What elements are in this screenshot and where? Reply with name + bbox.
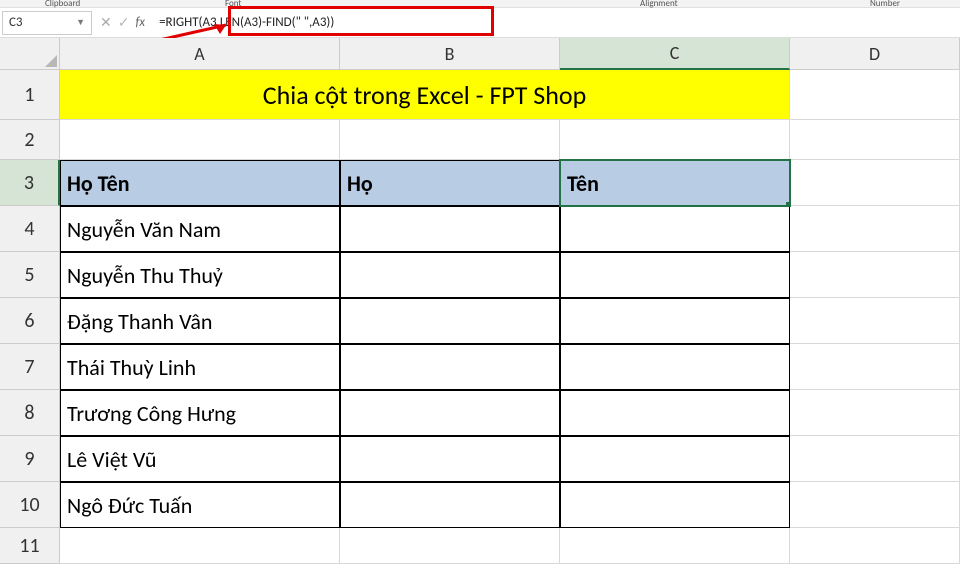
ribbon-strip: Clipboard Font Alignment Number — [0, 0, 960, 8]
row-header-5[interactable]: 5 — [0, 252, 60, 298]
cell-B7[interactable] — [340, 344, 560, 390]
formula-input[interactable]: =RIGHT(A3,LEN(A3)-FIND(" ",A3)) — [153, 11, 433, 35]
name-box-value: C3 — [9, 15, 23, 30]
cell-B6[interactable] — [340, 298, 560, 344]
cell-D9[interactable] — [790, 436, 960, 482]
cell-B2[interactable] — [340, 120, 560, 160]
cell-B5[interactable] — [340, 252, 560, 298]
cell-D11[interactable] — [790, 528, 960, 564]
title-cell[interactable]: Chia cột trong Excel - FPT Shop — [60, 70, 790, 120]
row-header-2[interactable]: 2 — [0, 120, 60, 160]
cell-B4[interactable] — [340, 206, 560, 252]
row-header-4[interactable]: 4 — [0, 206, 60, 252]
cell-C10[interactable] — [560, 482, 790, 528]
ribbon-group-clipboard: Clipboard — [45, 0, 80, 9]
formula-text: =RIGHT(A3,LEN(A3)-FIND(" ",A3)) — [159, 15, 334, 30]
ribbon-group-alignment: Alignment — [640, 0, 678, 9]
cell-D6[interactable] — [790, 298, 960, 344]
cell-C9[interactable] — [560, 436, 790, 482]
fx-icon[interactable]: fx — [135, 15, 145, 30]
enter-icon[interactable]: ✓ — [118, 14, 130, 31]
header-cell-B[interactable]: Họ — [340, 160, 560, 206]
name-box[interactable]: C3 ▼ — [2, 11, 92, 35]
row-header-1[interactable]: 1 — [0, 70, 60, 120]
cells-area: Chia cột trong Excel - FPT ShopHọ TênHọT… — [60, 70, 960, 564]
cell-C8[interactable] — [560, 390, 790, 436]
row-header-11[interactable]: 11 — [0, 528, 60, 564]
cell-D2[interactable] — [790, 120, 960, 160]
cell-A11[interactable] — [60, 528, 340, 564]
column-header-B[interactable]: B — [340, 38, 560, 70]
name-box-dropdown-icon[interactable]: ▼ — [76, 17, 85, 28]
cell-C6[interactable] — [560, 298, 790, 344]
cell-A9[interactable]: Lê Việt Vũ — [60, 436, 340, 482]
cell-A6[interactable]: Đặng Thanh Vân — [60, 298, 340, 344]
cell-D10[interactable] — [790, 482, 960, 528]
row-headers: 1234567891011 — [0, 70, 60, 564]
cancel-icon[interactable]: ✕ — [100, 14, 112, 31]
cell-C4[interactable] — [560, 206, 790, 252]
cell-A8[interactable]: Trương Công Hưng — [60, 390, 340, 436]
cell-D4[interactable] — [790, 206, 960, 252]
formula-bar: C3 ▼ ✕ ✓ fx =RIGHT(A3,LEN(A3)-FIND(" ",A… — [0, 8, 960, 38]
ribbon-group-font: Font — [225, 0, 241, 9]
cell-A4[interactable]: Nguyễn Văn Nam — [60, 206, 340, 252]
cell-D5[interactable] — [790, 252, 960, 298]
column-headers: ABCD — [60, 38, 960, 70]
cell-A2[interactable] — [60, 120, 340, 160]
column-header-A[interactable]: A — [60, 38, 340, 70]
cell-C2[interactable] — [560, 120, 790, 160]
cell-D3[interactable] — [790, 160, 960, 206]
row-header-8[interactable]: 8 — [0, 390, 60, 436]
cell-D1[interactable] — [790, 70, 960, 120]
cell-D7[interactable] — [790, 344, 960, 390]
cell-C11[interactable] — [560, 528, 790, 564]
row-header-10[interactable]: 10 — [0, 482, 60, 528]
cell-B8[interactable] — [340, 390, 560, 436]
row-header-9[interactable]: 9 — [0, 436, 60, 482]
select-all-corner[interactable] — [0, 38, 60, 70]
cell-B9[interactable] — [340, 436, 560, 482]
row-header-7[interactable]: 7 — [0, 344, 60, 390]
ribbon-group-number: Number — [870, 0, 900, 9]
cell-D8[interactable] — [790, 390, 960, 436]
row-header-3[interactable]: 3 — [0, 160, 60, 206]
cell-A7[interactable]: Thái Thuỳ Linh — [60, 344, 340, 390]
cell-B11[interactable] — [340, 528, 560, 564]
cell-B10[interactable] — [340, 482, 560, 528]
cell-A5[interactable]: Nguyễn Thu Thuỷ — [60, 252, 340, 298]
row-header-6[interactable]: 6 — [0, 298, 60, 344]
header-cell-A[interactable]: Họ Tên — [60, 160, 340, 206]
formula-tools: ✕ ✓ fx — [92, 14, 153, 31]
cell-C5[interactable] — [560, 252, 790, 298]
column-header-C[interactable]: C — [560, 38, 790, 70]
cell-A10[interactable]: Ngô Đức Tuấn — [60, 482, 340, 528]
cell-C7[interactable] — [560, 344, 790, 390]
header-cell-C[interactable]: Tên — [560, 160, 790, 206]
column-header-D[interactable]: D — [790, 38, 960, 70]
